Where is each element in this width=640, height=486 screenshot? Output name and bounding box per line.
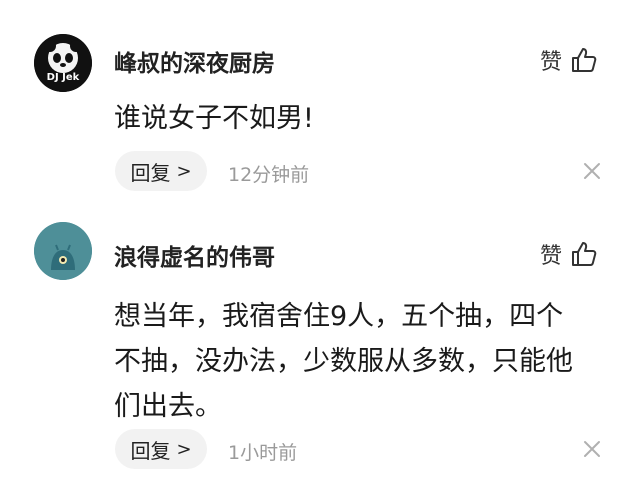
avatar-logo-text: DJ Jek: [46, 72, 80, 83]
chevron-right-icon: >: [176, 438, 192, 460]
like-label: 赞: [540, 244, 563, 269]
reply-label: 回复: [130, 160, 171, 185]
comment-item: 浪得虚名的伟哥 赞 想当年，我宿舍住9人，五个抽，四个 不抽，没办法，少数服从多…: [0, 200, 640, 486]
comment-text-line: 想当年，我宿舍住9人，五个抽，四个: [114, 301, 564, 332]
comment-text-line: 们出去。: [114, 391, 222, 422]
thumbs-up-icon: [572, 242, 597, 266]
monster-avatar-icon: [34, 222, 92, 280]
chevron-right-icon: >: [176, 160, 192, 182]
reply-label: 回复: [130, 438, 171, 463]
panda-avatar-icon: [34, 34, 92, 92]
timestamp: 12分钟前: [228, 164, 310, 186]
comment-text-line: 不抽，没办法，少数服从多数，只能他: [114, 346, 573, 377]
comment-text-line: 谁说女子不如男!: [114, 103, 314, 134]
reply-button[interactable]: 回复 >: [115, 151, 207, 191]
like-button[interactable]: 赞: [540, 44, 598, 76]
comment-item: DJ Jek 峰叔的深夜厨房 赞 谁说女子不如男! 回复 > 12分钟前: [0, 0, 640, 200]
avatar[interactable]: DJ Jek: [34, 34, 92, 92]
thumbs-up-icon: [572, 48, 597, 72]
close-icon[interactable]: [582, 439, 602, 459]
avatar[interactable]: [34, 222, 92, 280]
like-button[interactable]: 赞: [540, 238, 598, 270]
username[interactable]: 峰叔的深夜厨房: [114, 44, 275, 78]
timestamp: 1小时前: [228, 442, 298, 464]
like-label: 赞: [540, 50, 563, 75]
username[interactable]: 浪得虚名的伟哥: [114, 238, 275, 272]
reply-button[interactable]: 回复 >: [115, 429, 207, 469]
close-icon[interactable]: [582, 161, 602, 181]
